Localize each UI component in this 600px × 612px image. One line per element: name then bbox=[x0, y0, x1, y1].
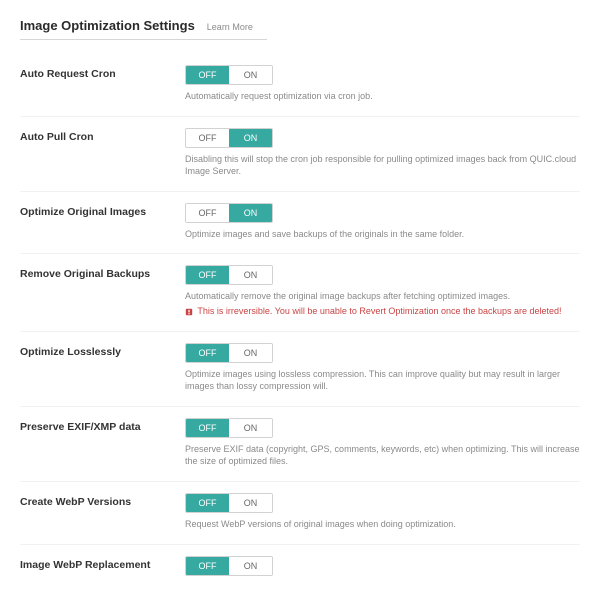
toggle-off[interactable]: OFF bbox=[186, 557, 229, 575]
toggle-auto-request-cron: OFFON bbox=[185, 65, 273, 85]
setting-control: OFFON Disabling this will stop the cron j… bbox=[185, 128, 580, 178]
toggle-on[interactable]: ON bbox=[229, 129, 272, 147]
page-header: Image Optimization Settings Learn More bbox=[20, 18, 267, 40]
toggle-off[interactable]: OFF bbox=[186, 129, 229, 147]
toggle-off[interactable]: OFF bbox=[186, 494, 229, 512]
toggle-on[interactable]: ON bbox=[229, 344, 272, 362]
setting-row-image-webp-replacement: Image WebP ReplacementOFFON bbox=[20, 545, 580, 594]
toggle-create-webp-versions: OFFON bbox=[185, 493, 273, 513]
toggle-on[interactable]: ON bbox=[229, 494, 272, 512]
setting-description: Automatically request optimization via c… bbox=[185, 90, 580, 103]
setting-label: Remove Original Backups bbox=[20, 265, 185, 280]
setting-row-remove-original-backups: Remove Original BackupsOFFON Automaticall… bbox=[20, 254, 580, 331]
toggle-on[interactable]: ON bbox=[229, 66, 272, 84]
learn-more-link[interactable]: Learn More bbox=[207, 22, 253, 32]
setting-description: Request WebP versions of original images… bbox=[185, 518, 580, 531]
setting-row-optimize-original-images: Optimize Original ImagesOFFON Optimize im… bbox=[20, 192, 580, 255]
toggle-on[interactable]: ON bbox=[229, 204, 272, 222]
toggle-on[interactable]: ON bbox=[229, 419, 272, 437]
setting-control: OFFON bbox=[185, 556, 580, 581]
setting-row-preserve-exif-xmp: Preserve EXIF/XMP dataOFFON Preserve EXIF… bbox=[20, 407, 580, 482]
page-title: Image Optimization Settings bbox=[20, 18, 195, 33]
toggle-preserve-exif-xmp: OFFON bbox=[185, 418, 273, 438]
setting-description: Automatically remove the original image … bbox=[185, 290, 580, 303]
setting-row-optimize-losslessly: Optimize LosslesslyOFFON Optimize images … bbox=[20, 332, 580, 407]
toggle-auto-pull-cron: OFFON bbox=[185, 128, 273, 148]
setting-row-create-webp-versions: Create WebP VersionsOFFON Request WebP ve… bbox=[20, 482, 580, 545]
setting-control: OFFON Automatically remove the original i… bbox=[185, 265, 580, 317]
toggle-off[interactable]: OFF bbox=[186, 419, 229, 437]
toggle-optimize-original-images: OFFON bbox=[185, 203, 273, 223]
setting-description: Optimize images and save backups of the … bbox=[185, 228, 580, 241]
setting-description: Preserve EXIF data (copyright, GPS, comm… bbox=[185, 443, 580, 468]
setting-control: OFFON Request WebP versions of original i… bbox=[185, 493, 580, 531]
toggle-off[interactable]: OFF bbox=[186, 344, 229, 362]
toggle-image-webp-replacement: OFFON bbox=[185, 556, 273, 576]
toggle-optimize-losslessly: OFFON bbox=[185, 343, 273, 363]
setting-control: OFFON Automatically request optimization … bbox=[185, 65, 580, 103]
toggle-remove-original-backups: OFFON bbox=[185, 265, 273, 285]
setting-label: Preserve EXIF/XMP data bbox=[20, 418, 185, 433]
setting-control: OFFON Optimize images and save backups of… bbox=[185, 203, 580, 241]
setting-label: Auto Request Cron bbox=[20, 65, 185, 80]
setting-label: Create WebP Versions bbox=[20, 493, 185, 508]
setting-control: OFFON Preserve EXIF data (copyright, GPS,… bbox=[185, 418, 580, 468]
setting-control: OFFON Optimize images using lossless comp… bbox=[185, 343, 580, 393]
warning-icon bbox=[185, 308, 193, 316]
toggle-off[interactable]: OFF bbox=[186, 66, 229, 84]
toggle-off[interactable]: OFF bbox=[186, 266, 229, 284]
setting-label: Auto Pull Cron bbox=[20, 128, 185, 143]
setting-row-auto-request-cron: Auto Request CronOFFON Automatically requ… bbox=[20, 54, 580, 117]
setting-label: Image WebP Replacement bbox=[20, 556, 185, 571]
toggle-on[interactable]: ON bbox=[229, 557, 272, 575]
setting-warning: This is irreversible. You will be unable… bbox=[185, 305, 580, 318]
setting-row-auto-pull-cron: Auto Pull CronOFFON Disabling this will s… bbox=[20, 117, 580, 192]
setting-warning-text: This is irreversible. You will be unable… bbox=[195, 306, 562, 316]
setting-description: Optimize images using lossless compressi… bbox=[185, 368, 580, 393]
toggle-on[interactable]: ON bbox=[229, 266, 272, 284]
setting-description: Disabling this will stop the cron job re… bbox=[185, 153, 580, 178]
setting-label: Optimize Losslessly bbox=[20, 343, 185, 358]
setting-label: Optimize Original Images bbox=[20, 203, 185, 218]
toggle-off[interactable]: OFF bbox=[186, 204, 229, 222]
